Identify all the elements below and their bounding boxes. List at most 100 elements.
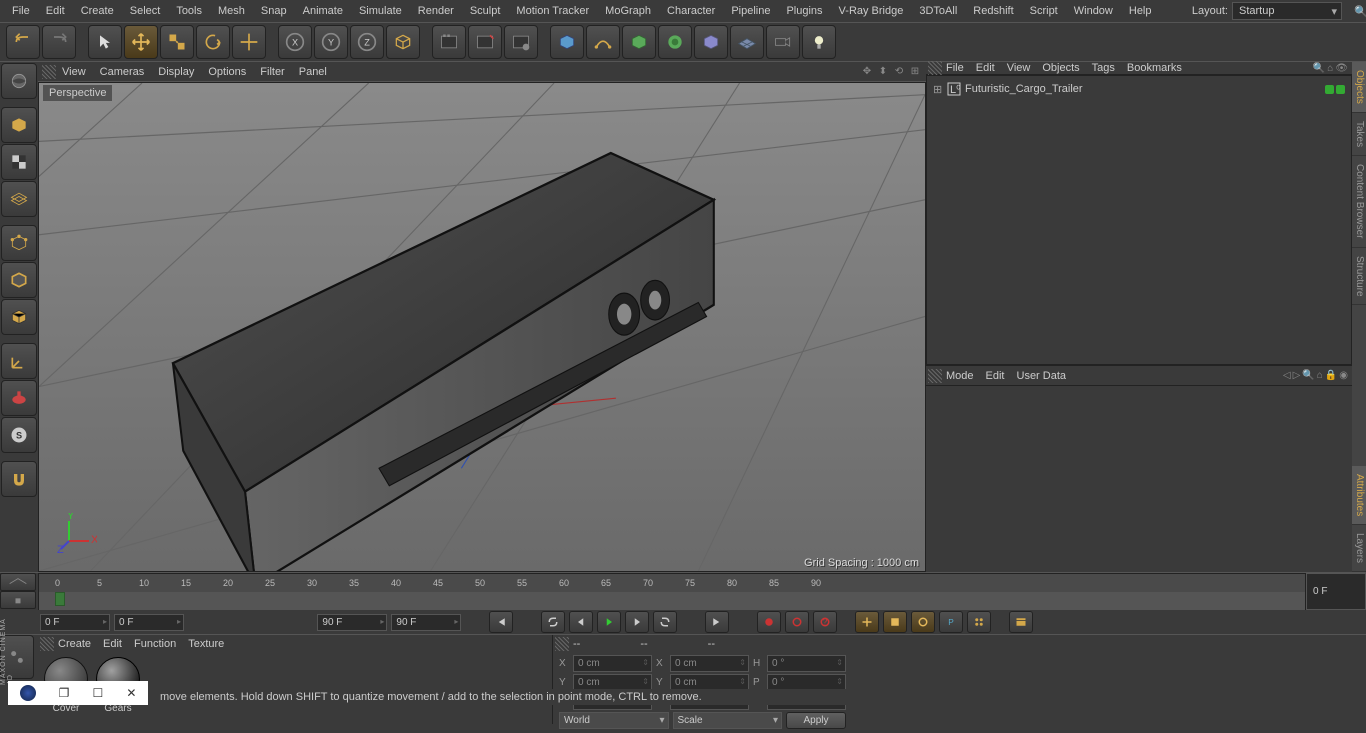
coord-scale-dropdown[interactable]: Scale	[673, 712, 783, 729]
nav-pan-icon[interactable]: ✥	[860, 65, 874, 79]
render-settings-button[interactable]	[504, 25, 538, 59]
primitive-button[interactable]	[550, 25, 584, 59]
menu-mesh[interactable]: Mesh	[210, 1, 253, 21]
edge-mode-button[interactable]	[1, 262, 37, 298]
vmenu-display[interactable]: Display	[158, 66, 194, 78]
drag-handle-icon[interactable]	[40, 637, 54, 651]
loop-fwd-button[interactable]	[653, 611, 677, 633]
camera-button[interactable]	[766, 25, 800, 59]
menu-mograph[interactable]: MoGraph	[597, 1, 659, 21]
lock-icon[interactable]: 🔒	[1325, 370, 1337, 381]
menu-tools[interactable]: Tools	[168, 1, 210, 21]
search-icon[interactable]: 🔍	[1313, 63, 1325, 74]
vmenu-panel[interactable]: Panel	[299, 66, 327, 78]
select-tool-button[interactable]	[88, 25, 122, 59]
menu-plugins[interactable]: Plugins	[778, 1, 830, 21]
omenu-tags[interactable]: Tags	[1092, 62, 1115, 74]
goto-end-button[interactable]	[705, 611, 729, 633]
y-axis-button[interactable]: Y	[314, 25, 348, 59]
nav-fwd-icon[interactable]: ▷	[1293, 370, 1301, 381]
menu-animate[interactable]: Animate	[295, 1, 351, 21]
coord-space-dropdown[interactable]: World	[559, 712, 669, 729]
tab-structure[interactable]: Structure	[1352, 248, 1366, 306]
play-button[interactable]	[597, 611, 621, 633]
home-icon[interactable]: ⌂	[1327, 63, 1333, 74]
maximize-icon[interactable]: ☐	[93, 686, 104, 700]
app-icon[interactable]	[20, 685, 36, 701]
menu-vraybridge[interactable]: V-Ray Bridge	[831, 1, 912, 21]
playhead[interactable]	[55, 592, 65, 606]
key-scale-button[interactable]	[883, 611, 907, 633]
key-pla-button[interactable]	[967, 611, 991, 633]
omenu-bookmarks[interactable]: Bookmarks	[1127, 62, 1182, 74]
search-icon[interactable]: 🔍	[1346, 1, 1362, 22]
keyframe-button[interactable]: ?	[813, 611, 837, 633]
apply-button[interactable]: Apply	[786, 712, 846, 729]
object-tree[interactable]: ⊞ L⁰ Futuristic_Cargo_Trailer	[926, 75, 1352, 365]
menu-help[interactable]: Help	[1121, 1, 1160, 21]
autokey-button[interactable]	[785, 611, 809, 633]
omenu-view[interactable]: View	[1007, 62, 1031, 74]
texture-mode-button[interactable]	[1, 144, 37, 180]
snap-button[interactable]: S	[1, 417, 37, 453]
prev-frame-button[interactable]	[569, 611, 593, 633]
drag-handle-icon[interactable]	[42, 65, 56, 79]
tab-objects[interactable]: Objects	[1352, 62, 1366, 113]
range-start-field[interactable]: 0 F	[40, 614, 110, 631]
drag-handle-icon[interactable]	[928, 61, 942, 75]
key-pos-button[interactable]	[855, 611, 879, 633]
omenu-file[interactable]: File	[946, 62, 964, 74]
menu-simulate[interactable]: Simulate	[351, 1, 410, 21]
last-tool-button[interactable]	[232, 25, 266, 59]
generator-button[interactable]	[622, 25, 656, 59]
tab-attributes[interactable]: Attributes	[1352, 466, 1366, 525]
omenu-edit[interactable]: Edit	[976, 62, 995, 74]
timeline-lock-button[interactable]	[0, 591, 36, 609]
vmenu-options[interactable]: Options	[208, 66, 246, 78]
nav-back-icon[interactable]: ◁	[1283, 370, 1291, 381]
total-frames-field[interactable]: 90 F	[391, 614, 461, 631]
matmenu-function[interactable]: Function	[134, 638, 176, 650]
timeline-ruler[interactable]: 051015202530354045505560657075808590	[38, 573, 1306, 610]
object-name[interactable]: Futuristic_Cargo_Trailer	[965, 83, 1083, 95]
z-axis-button[interactable]: Z	[350, 25, 384, 59]
search-icon[interactable]: 🔍	[1302, 370, 1314, 381]
viewport-3d[interactable]: Perspective Grid Spacing : 1000 cm Y X Z	[38, 82, 926, 572]
key-rot-button[interactable]	[911, 611, 935, 633]
timeline-grid-button[interactable]	[0, 573, 36, 591]
axis-button[interactable]	[1, 343, 37, 379]
coord-size-field[interactable]: 0 cm	[670, 655, 749, 672]
vmenu-cameras[interactable]: Cameras	[100, 66, 145, 78]
x-axis-button[interactable]: X	[278, 25, 312, 59]
tab-takes[interactable]: Takes	[1352, 113, 1366, 156]
menu-sculpt[interactable]: Sculpt	[462, 1, 509, 21]
point-mode-button[interactable]	[1, 225, 37, 261]
drag-handle-icon[interactable]	[928, 369, 942, 383]
vmenu-filter[interactable]: Filter	[260, 66, 284, 78]
drag-handle-icon[interactable]	[555, 637, 569, 651]
menu-3dtoall[interactable]: 3DToAll	[911, 1, 965, 21]
visibility-dot-icon[interactable]	[1325, 85, 1334, 94]
floor-button[interactable]	[730, 25, 764, 59]
record-button[interactable]	[757, 611, 781, 633]
nav-orbit-icon[interactable]: ⟲	[892, 65, 906, 79]
matmenu-edit[interactable]: Edit	[103, 638, 122, 650]
coord-rot-field[interactable]: 0 °	[767, 655, 846, 672]
expand-icon[interactable]: ⊞	[933, 83, 943, 96]
target-icon[interactable]: ◉	[1339, 370, 1348, 381]
range-end-field[interactable]: 90 F	[317, 614, 387, 631]
move-tool-button[interactable]	[124, 25, 158, 59]
render-view-button[interactable]	[432, 25, 466, 59]
close-icon[interactable]: ✕	[126, 686, 136, 700]
rotate-tool-button[interactable]	[196, 25, 230, 59]
light-button[interactable]	[802, 25, 836, 59]
render-pv-button[interactable]	[468, 25, 502, 59]
deformer-button[interactable]	[658, 25, 692, 59]
coord-pos-field[interactable]: 0 cm	[573, 655, 652, 672]
menu-select[interactable]: Select	[122, 1, 169, 21]
workplane-button[interactable]	[1, 181, 37, 217]
undo-button[interactable]	[6, 25, 40, 59]
scale-tool-button[interactable]	[160, 25, 194, 59]
current-frame-field[interactable]: 0 F	[114, 614, 184, 631]
menu-script[interactable]: Script	[1022, 1, 1066, 21]
